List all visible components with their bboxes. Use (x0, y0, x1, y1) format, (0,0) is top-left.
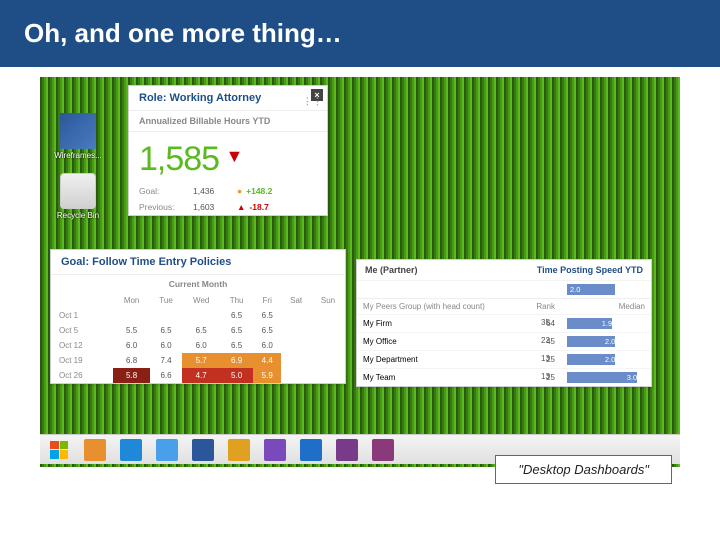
panel-role[interactable]: Role: Working Attorney × ⋮⋮ Annualized B… (128, 85, 328, 216)
drag-handle-icon[interactable]: ⋮⋮ (303, 96, 323, 107)
app-icon (192, 439, 214, 461)
time-entry-table: MonTueWedThuFriSatSunOct 16.56.5Oct 55.5… (51, 293, 345, 383)
taskbar-app-button[interactable] (152, 438, 182, 462)
taskbar-app-button[interactable] (332, 438, 362, 462)
kpi-change: -18.7 (249, 202, 268, 212)
peers-metric-label: Time Posting Speed YTD (537, 265, 643, 275)
start-button[interactable] (44, 438, 74, 462)
panel-title: Goal: Follow Time Entry Policies (61, 256, 231, 268)
quote-callout: "Desktop Dashboards" (495, 455, 672, 484)
panel-peers[interactable]: Me (Partner) Time Posting Speed YTD 2.0M… (356, 259, 652, 387)
app-icon (156, 439, 178, 461)
panel-subtitle: Annualized Billable Hours YTD (129, 111, 327, 132)
desktop-wallpaper: Wireframes... Recycle Bin Role: Working … (40, 77, 680, 467)
app-icon (84, 439, 106, 461)
taskbar-app-button[interactable] (224, 438, 254, 462)
taskbar-app-button[interactable] (260, 438, 290, 462)
trend-up-icon: ▲ (237, 202, 245, 212)
app-icon (264, 439, 286, 461)
folder-icon (60, 113, 96, 149)
panel-subhead: Current Month (51, 275, 345, 293)
kpi-label: Previous: (139, 202, 193, 212)
desktop-icon-recycle-bin[interactable]: Recycle Bin (52, 173, 104, 220)
kpi-change: +148.2 (246, 186, 272, 196)
desktop-icon-label: Wireframes... (52, 151, 104, 160)
peers-table: 2.0My Peers Group (with head count)RankM… (357, 280, 651, 386)
slide-title: Oh, and one more thing… (0, 0, 720, 67)
app-icon (120, 439, 142, 461)
taskbar-app-button[interactable] (188, 438, 218, 462)
kpi-goal-value: 1,436 (193, 186, 233, 196)
trend-down-icon: ▼ (226, 146, 244, 167)
kpi-label: Goal: (139, 186, 193, 196)
panel-title: Role: Working Attorney (139, 92, 261, 104)
panel-header: Me (Partner) Time Posting Speed YTD (357, 260, 651, 280)
peers-me-label: Me (Partner) (365, 265, 418, 275)
kpi-row: Previous: 1,603 ▲ -18.7 (129, 199, 327, 215)
recycle-bin-icon (60, 173, 96, 209)
windows-logo-icon (50, 441, 68, 459)
kpi-row: Goal: 1,436 ● +148.2 (129, 183, 327, 199)
panel-goal[interactable]: Goal: Follow Time Entry Policies Current… (50, 249, 346, 384)
app-icon (228, 439, 250, 461)
app-icon (300, 439, 322, 461)
desktop-icon-label: Recycle Bin (52, 211, 104, 220)
taskbar-app-button[interactable] (368, 438, 398, 462)
desktop-icon-wireframes[interactable]: Wireframes... (52, 113, 104, 160)
panel-header: Goal: Follow Time Entry Policies (51, 250, 345, 275)
kpi-prev-value: 1,603 (193, 202, 233, 212)
taskbar-app-button[interactable] (116, 438, 146, 462)
app-icon (372, 439, 394, 461)
indicator-dot-icon: ● (237, 186, 242, 196)
taskbar-app-button[interactable] (296, 438, 326, 462)
kpi-number: 1,585 (139, 140, 219, 179)
panel-header: Role: Working Attorney × ⋮⋮ (129, 86, 327, 111)
kpi-value: 1,585 ▼ (129, 132, 327, 183)
app-icon (336, 439, 358, 461)
taskbar-app-button[interactable] (80, 438, 110, 462)
